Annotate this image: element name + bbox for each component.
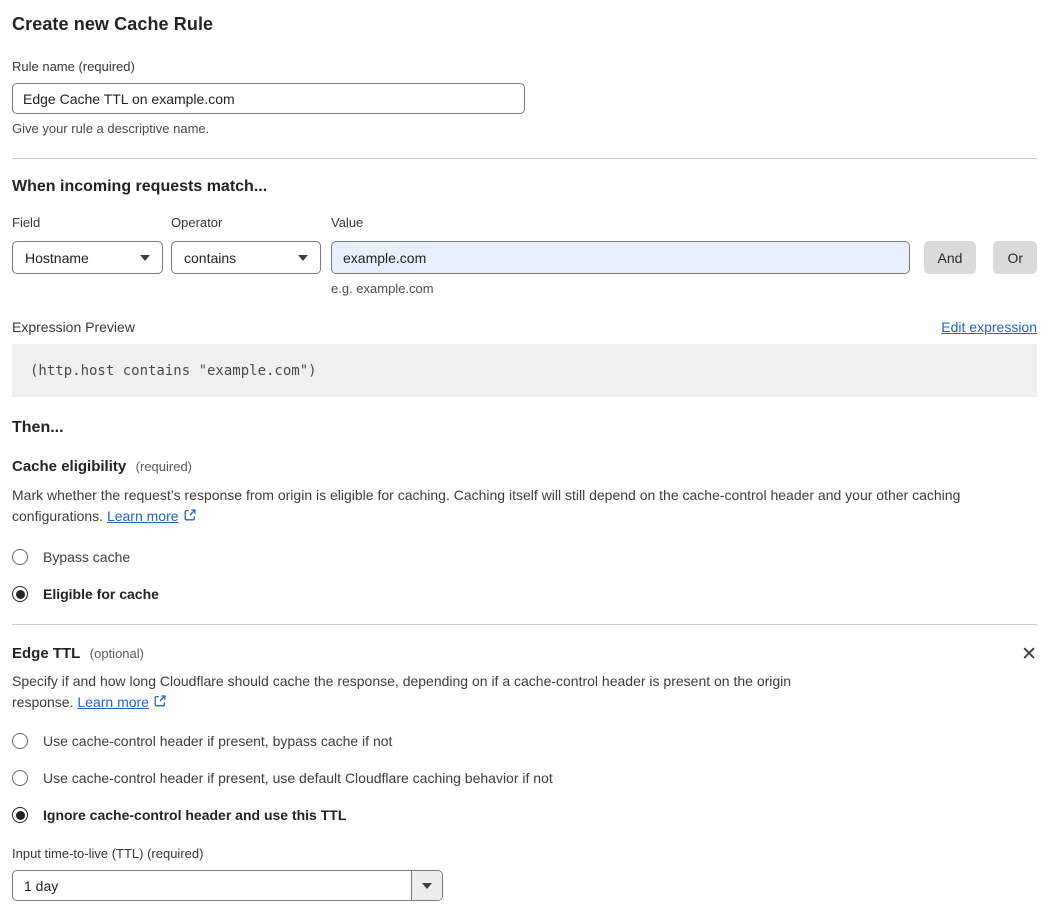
field-label: Field [12,215,41,230]
radio-option-cc-default[interactable]: Use cache-control header if present, use… [12,770,1037,786]
section-divider [12,624,1037,625]
value-hint: e.g. example.com [331,281,434,296]
radio-option-label: Eligible for cache [43,586,159,602]
ttl-select-arrow-button[interactable] [411,871,442,900]
value-column: Value [331,215,910,274]
chevron-down-icon [140,254,150,261]
edge-ttl-heading-group: Edge TTL (optional) [12,645,144,663]
cache-eligibility-learn-more-link[interactable]: Learn more [107,508,179,524]
radio-icon[interactable] [12,549,28,565]
radio-option-label: Use cache-control header if present, use… [43,770,553,786]
ttl-label: Input time-to-live (TTL) (required) [12,846,204,861]
radio-icon[interactable] [12,733,28,749]
cache-eligibility-required-badge: (required) [135,459,193,474]
radio-option-cc-bypass[interactable]: Use cache-control header if present, byp… [12,733,1037,749]
radio-option-label: Bypass cache [43,549,131,565]
chevron-down-icon [422,882,432,889]
field-select[interactable]: Hostname [12,241,163,274]
section-divider [12,158,1037,159]
edge-ttl-heading-row: Edge TTL (optional) ✕ [12,645,1037,664]
radio-option-bypass-cache[interactable]: Bypass cache [12,549,1037,565]
and-button[interactable]: And [923,241,977,274]
operator-label: Operator [171,215,223,230]
edge-ttl-heading: Edge TTL [12,645,81,662]
ttl-select[interactable]: 1 day [12,870,443,901]
rule-name-help: Give your rule a descriptive name. [12,121,210,136]
match-section-heading: When incoming requests match... [12,178,268,195]
radio-option-eligible-for-cache[interactable]: Eligible for cache [12,586,1037,602]
page-title: Create new Cache Rule [12,14,214,34]
edge-ttl-optional-badge: (optional) [89,646,144,661]
create-cache-rule-page: Create new Cache Rule Rule name (require… [0,0,1058,901]
or-button[interactable]: Or [993,241,1037,274]
edge-ttl-description: Specify if and how long Cloudflare shoul… [12,671,852,714]
radio-option-label: Ignore cache-control header and use this… [43,807,347,823]
operator-column: Operator contains [171,215,321,274]
radio-option-label: Use cache-control header if present, byp… [43,733,393,749]
expression-code: (http.host contains "example.com") [30,362,317,379]
field-column: Field Hostname [12,215,163,274]
expression-preview-label: Expression Preview [12,319,135,335]
rule-name-label: Rule name (required) [12,59,135,74]
then-heading: Then... [12,419,64,436]
rule-name-input[interactable] [12,83,525,114]
external-link-icon [183,507,197,528]
radio-icon[interactable] [12,770,28,786]
operator-select-value: contains [184,249,237,266]
radio-icon[interactable] [12,807,28,823]
expression-preview-row: Expression Preview Edit expression [12,319,1037,335]
field-select-value: Hostname [25,249,89,266]
chevron-down-icon [298,254,308,261]
radio-icon[interactable] [12,586,28,602]
edit-expression-link[interactable]: Edit expression [941,319,1037,335]
cache-eligibility-heading-row: Cache eligibility (required) [12,458,1037,476]
ttl-select-value: 1 day [24,877,59,894]
expression-code-block: (http.host contains "example.com") [12,344,1037,397]
cache-eligibility-description: Mark whether the request’s response from… [12,485,1024,528]
close-icon[interactable]: ✕ [1021,645,1037,664]
match-condition-row: Field Hostname Operator contains Value A… [12,215,1037,274]
cache-eligibility-heading: Cache eligibility [12,458,127,475]
external-link-icon [153,693,167,714]
value-input[interactable] [331,241,910,274]
radio-option-ignore-cc-use-ttl[interactable]: Ignore cache-control header and use this… [12,807,1037,823]
value-label: Value [331,215,364,230]
operator-select[interactable]: contains [171,241,321,274]
edge-ttl-learn-more-link[interactable]: Learn more [77,694,149,710]
